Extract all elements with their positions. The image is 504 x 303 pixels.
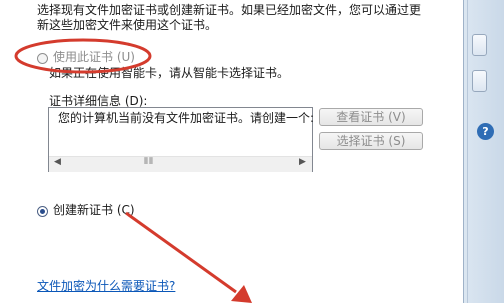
background-window-strip: ? (463, 0, 504, 303)
annotation-overlay (14, 38, 252, 303)
panel-button-1[interactable] (472, 34, 487, 56)
help-icon[interactable]: ? (477, 123, 494, 140)
panel-button-2[interactable] (472, 70, 487, 92)
pointer-arrow-head (231, 285, 252, 303)
highlight-ellipse (14, 38, 152, 74)
pointer-arrow-line (125, 211, 237, 294)
